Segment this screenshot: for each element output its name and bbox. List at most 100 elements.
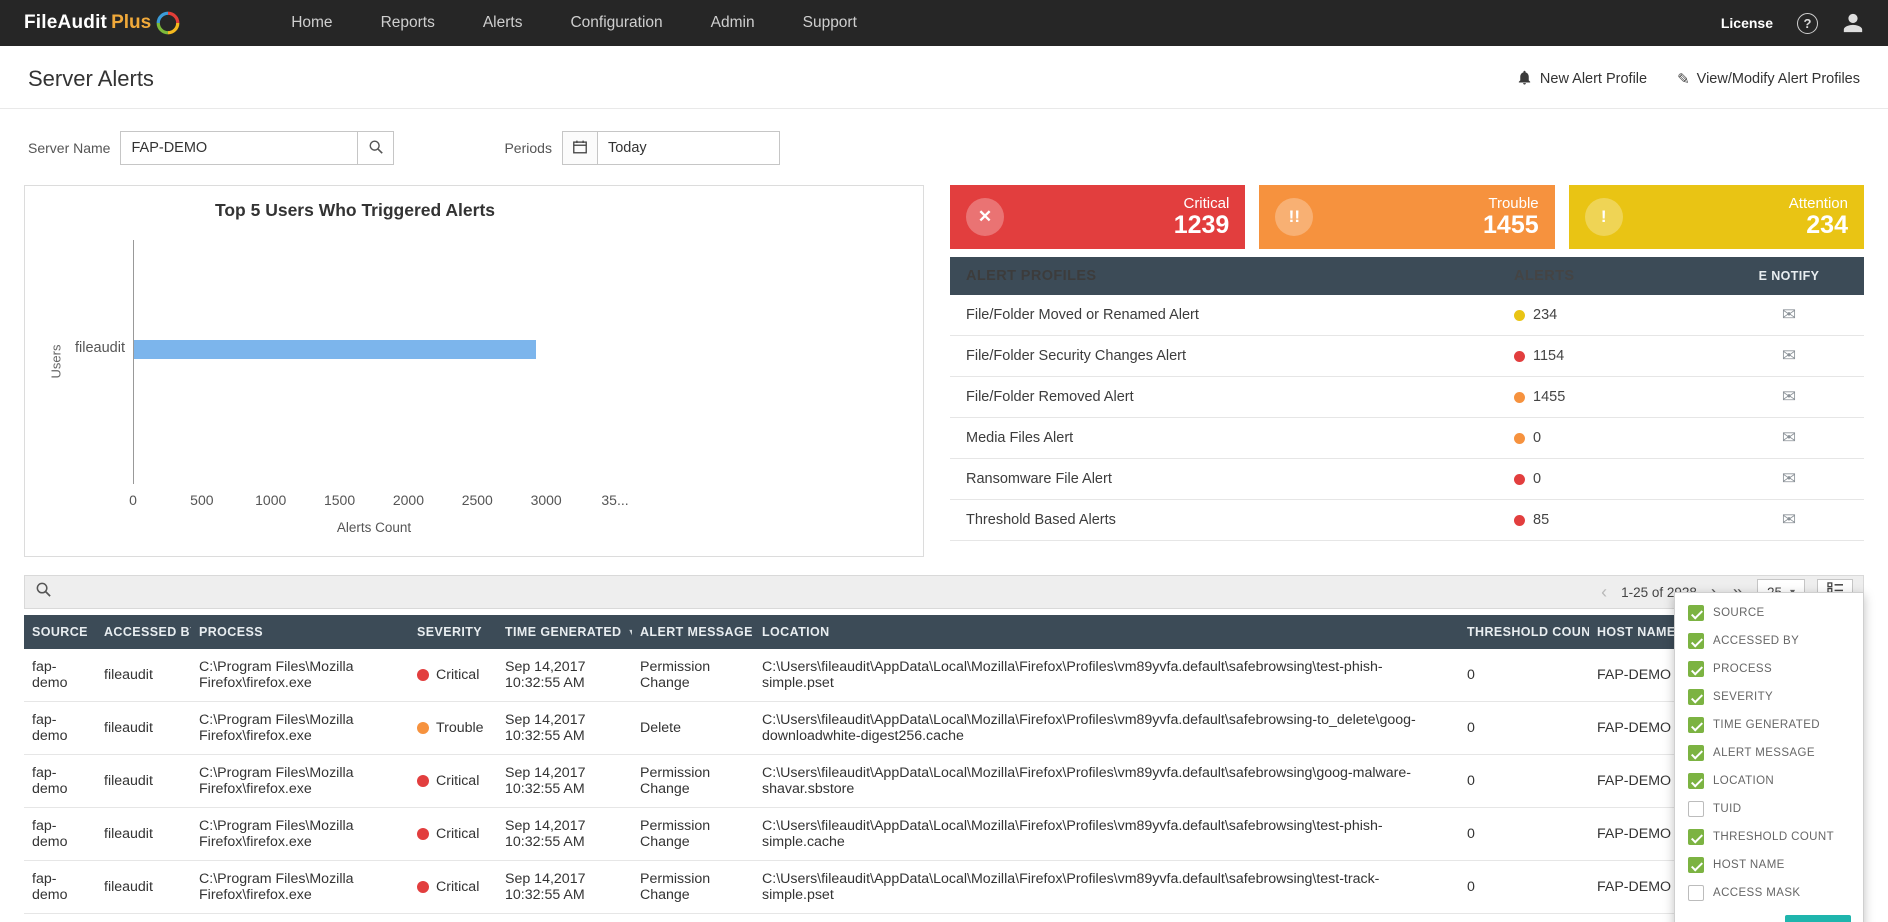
attention-card[interactable]: ! Attention 234 <box>1568 185 1864 249</box>
notify-envelope-icon[interactable]: ✉ <box>1782 346 1796 365</box>
new-alert-profile-button[interactable]: New Alert Profile <box>1516 69 1647 90</box>
trouble-card[interactable]: !! Trouble 1455 <box>1259 185 1555 249</box>
cell-time-generated: Sep 14,2017 10:32:55 AM <box>497 649 632 702</box>
column-option[interactable]: SOURCE <box>1675 599 1863 627</box>
column-header-source[interactable]: SOURCE <box>24 615 96 649</box>
filter-bar: Server Name Periods <box>0 109 1888 181</box>
cell-source: fap-demo <box>24 754 96 808</box>
checkbox-label: THRESHOLD COUNT <box>1713 831 1835 843</box>
cell-time-generated: Sep 14,2017 10:32:55 AM <box>497 807 632 861</box>
checkbox[interactable] <box>1688 885 1704 901</box>
column-header-location[interactable]: LOCATION <box>754 615 1459 649</box>
fileaudit-logo[interactable]: FileAudit Plus <box>24 10 181 36</box>
column-option[interactable]: TUID <box>1675 795 1863 823</box>
severity-dot <box>417 775 429 787</box>
pagination-prev-button[interactable]: ‹ <box>1599 583 1609 601</box>
cell-severity: Critical <box>409 754 497 808</box>
nav-item-configuration[interactable]: Configuration <box>570 14 662 32</box>
page-title: Server Alerts <box>28 66 154 91</box>
table-row[interactable]: fap-demo fileaudit C:\Program Files\Mozi… <box>24 701 1864 755</box>
column-header-alert-message[interactable]: ALERT MESSAGE <box>632 615 754 649</box>
table-row[interactable]: fap-demo fileaudit C:\Program Files\Mozi… <box>24 807 1864 861</box>
chart-x-axis-label: Alerts Count <box>336 520 412 535</box>
checkbox[interactable] <box>1688 801 1704 817</box>
profile-row[interactable]: File/Folder Removed Alert 1455 ✉ <box>950 377 1864 418</box>
checkbox[interactable] <box>1688 605 1704 621</box>
grid-search-icon[interactable] <box>35 581 52 603</box>
column-header-threshold-count[interactable]: THRESHOLD COUNT <box>1459 615 1589 649</box>
column-option[interactable]: HOST NAME <box>1675 851 1863 879</box>
user-icon[interactable] <box>1842 12 1864 34</box>
alerts-chart-panel: Top 5 Users Who Triggered Alerts Users f… <box>24 185 924 557</box>
nav-item-admin[interactable]: Admin <box>711 14 755 32</box>
cell-location: C:\Users\fileaudit\AppData\Local\Mozilla… <box>754 649 1459 702</box>
checkbox[interactable] <box>1688 633 1704 649</box>
exclamation-icon: ! <box>1584 198 1623 236</box>
cell-process: C:\Program Files\Mozilla Firefox\firefox… <box>191 649 409 702</box>
cell-location: C:\Users\fileaudit\AppData\Local\Mozilla… <box>754 754 1459 808</box>
alert-count: 234 <box>1533 307 1558 323</box>
column-option[interactable]: ACCESSED BY <box>1675 627 1863 655</box>
checkbox-label: SEVERITY <box>1713 691 1774 703</box>
alert-profiles-table: ALERT PROFILES ALERTS E NOTIFY File/Fold… <box>950 257 1864 541</box>
checkbox[interactable] <box>1688 717 1704 733</box>
column-header-severity[interactable]: SEVERITY <box>409 615 497 649</box>
table-row[interactable]: fap-demo fileaudit C:\Program Files\Mozi… <box>24 860 1864 914</box>
notify-envelope-icon[interactable]: ✉ <box>1782 305 1796 324</box>
column-option[interactable]: SEVERITY <box>1675 683 1863 711</box>
checkbox[interactable] <box>1688 773 1704 789</box>
cell-alert-message: Delete <box>632 701 754 755</box>
calendar-button[interactable] <box>561 131 598 165</box>
notify-envelope-icon[interactable]: ✉ <box>1782 510 1796 529</box>
column-option[interactable]: PROCESS <box>1675 655 1863 683</box>
column-header-process[interactable]: PROCESS <box>191 615 409 649</box>
checkbox-label: ACCESSED BY <box>1713 635 1800 647</box>
cell-severity: Trouble <box>409 701 497 755</box>
checkbox[interactable] <box>1688 689 1704 705</box>
notify-envelope-icon[interactable]: ✉ <box>1782 428 1796 447</box>
checkbox[interactable] <box>1688 857 1704 873</box>
table-header-row: SOURCE ACCESSED BY PROCESS SEVERITY TIME… <box>24 615 1864 649</box>
double-exclamation-icon: !! <box>1275 198 1314 236</box>
apply-columns-button[interactable] <box>1785 915 1851 922</box>
column-option[interactable]: LOCATION <box>1675 767 1863 795</box>
column-option[interactable]: ACCESS MASK <box>1675 879 1863 907</box>
column-header-accessed-by[interactable]: ACCESSED BY <box>96 615 191 649</box>
periods-input[interactable] <box>597 131 780 165</box>
column-option[interactable]: THRESHOLD COUNT <box>1675 823 1863 851</box>
view-modify-profiles-button[interactable]: ✎ View/Modify Alert Profiles <box>1677 70 1860 88</box>
calendar-icon <box>572 139 588 158</box>
nav-item-alerts[interactable]: Alerts <box>483 14 523 32</box>
summary-cards: ✕ Critical 1239 !! Trouble 1455 ! Attent… <box>950 185 1864 249</box>
notify-envelope-icon[interactable]: ✉ <box>1782 387 1796 406</box>
nav-item-support[interactable]: Support <box>803 14 857 32</box>
alert-count: 85 <box>1533 512 1550 528</box>
profile-name: Media Files Alert <box>966 430 1074 446</box>
column-header-time-generated[interactable]: TIME GENERATED▼ <box>497 615 632 649</box>
chart-bar <box>134 340 537 359</box>
server-search-button[interactable] <box>358 131 395 165</box>
table-row[interactable]: fap-demo fileaudit C:\Program Files\Mozi… <box>24 754 1864 808</box>
checkbox[interactable] <box>1688 829 1704 845</box>
grid-toolbar: ‹ 1-25 of 2928 › » 25 ▾ <box>24 575 1864 609</box>
profile-row[interactable]: Threshold Based Alerts 85 ✉ <box>950 500 1864 541</box>
server-name-input[interactable] <box>120 131 359 165</box>
critical-card[interactable]: ✕ Critical 1239 <box>950 185 1246 249</box>
table-row[interactable]: fap-demo fileaudit C:\Program Files\Mozi… <box>24 649 1864 702</box>
checkbox[interactable] <box>1688 661 1704 677</box>
profile-row[interactable]: Media Files Alert 0 ✉ <box>950 418 1864 459</box>
help-icon[interactable]: ? <box>1797 12 1818 34</box>
nav-item-reports[interactable]: Reports <box>381 14 435 32</box>
nav-item-home[interactable]: Home <box>291 14 332 32</box>
chart-x-tick: 35... <box>601 492 629 508</box>
column-option[interactable]: ALERT MESSAGE <box>1675 739 1863 767</box>
profile-row[interactable]: Ransomware File Alert 0 ✉ <box>950 459 1864 500</box>
notify-envelope-icon[interactable]: ✉ <box>1782 469 1796 488</box>
profile-row[interactable]: File/Folder Moved or Renamed Alert 234 ✉ <box>950 295 1864 336</box>
profile-row[interactable]: File/Folder Security Changes Alert 1154 … <box>950 336 1864 377</box>
cell-source: fap-demo <box>24 860 96 914</box>
column-option[interactable]: TIME GENERATED <box>1675 711 1863 739</box>
chart-x-axis: 0 500 1000 1500 2000 2500 3000 35... <box>129 492 629 512</box>
license-button[interactable]: License <box>1721 15 1773 31</box>
checkbox[interactable] <box>1688 745 1704 761</box>
